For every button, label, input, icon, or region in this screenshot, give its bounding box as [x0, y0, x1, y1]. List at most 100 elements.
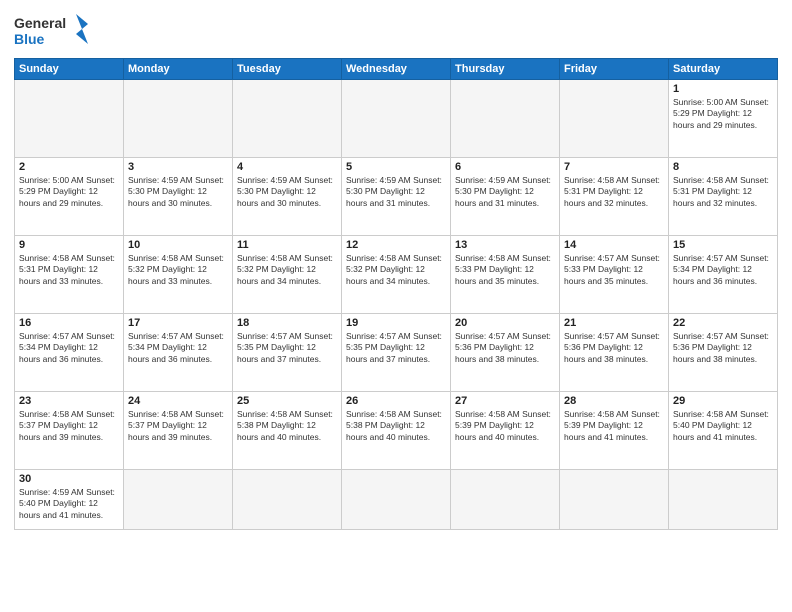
day-info: Sunrise: 4:57 AM Sunset: 5:34 PM Dayligh…: [128, 331, 228, 365]
day-info: Sunrise: 4:58 AM Sunset: 5:33 PM Dayligh…: [455, 253, 555, 287]
weekday-header-saturday: Saturday: [669, 59, 778, 80]
calendar-cell: 5 Sunrise: 4:59 AM Sunset: 5:30 PM Daylig…: [342, 158, 451, 236]
calendar-cell: [124, 470, 233, 530]
calendar-cell: [233, 80, 342, 158]
day-info: Sunrise: 4:58 AM Sunset: 5:38 PM Dayligh…: [237, 409, 337, 443]
day-number: 21: [564, 317, 664, 329]
day-info: Sunrise: 4:58 AM Sunset: 5:32 PM Dayligh…: [128, 253, 228, 287]
day-info: Sunrise: 4:58 AM Sunset: 5:40 PM Dayligh…: [673, 409, 773, 443]
calendar-cell: 23 Sunrise: 4:58 AM Sunset: 5:37 PM Dayli…: [15, 392, 124, 470]
page: GeneralBlue SundayMondayTuesdayWednesday…: [0, 0, 792, 612]
weekday-header-wednesday: Wednesday: [342, 59, 451, 80]
day-info: Sunrise: 4:59 AM Sunset: 5:30 PM Dayligh…: [346, 175, 446, 209]
calendar-cell: 30 Sunrise: 4:59 AM Sunset: 5:40 PM Dayli…: [15, 470, 124, 530]
calendar-cell: 25 Sunrise: 4:58 AM Sunset: 5:38 PM Dayli…: [233, 392, 342, 470]
day-info: Sunrise: 4:57 AM Sunset: 5:34 PM Dayligh…: [673, 253, 773, 287]
calendar-cell: 8Sunrise: 4:58 AM Sunset: 5:31 PM Daylig…: [669, 158, 778, 236]
calendar-cell: 18Sunrise: 4:57 AM Sunset: 5:35 PM Dayli…: [233, 314, 342, 392]
day-number: 26: [346, 395, 446, 407]
calendar-week-6: 30 Sunrise: 4:59 AM Sunset: 5:40 PM Dayli…: [15, 470, 778, 530]
day-number: 29: [673, 395, 773, 407]
calendar-week-4: 16 Sunrise: 4:57 AM Sunset: 5:34 PM Dayli…: [15, 314, 778, 392]
calendar-week-5: 23 Sunrise: 4:58 AM Sunset: 5:37 PM Dayli…: [15, 392, 778, 470]
day-number: 4: [237, 161, 337, 173]
calendar-cell: 28Sunrise: 4:58 AM Sunset: 5:39 PM Dayli…: [560, 392, 669, 470]
weekday-header-thursday: Thursday: [451, 59, 560, 80]
day-number: 7: [564, 161, 664, 173]
day-info: Sunrise: 5:00 AM Sunset: 5:29 PM Dayligh…: [19, 175, 119, 209]
day-number: 14: [564, 239, 664, 251]
weekday-header-sunday: Sunday: [15, 59, 124, 80]
day-info: Sunrise: 4:58 AM Sunset: 5:37 PM Dayligh…: [19, 409, 119, 443]
day-number: 6: [455, 161, 555, 173]
logo: GeneralBlue: [14, 10, 94, 50]
day-number: 13: [455, 239, 555, 251]
weekday-header-monday: Monday: [124, 59, 233, 80]
day-number: 25: [237, 395, 337, 407]
calendar-cell: 20 Sunrise: 4:57 AM Sunset: 5:36 PM Dayli…: [451, 314, 560, 392]
calendar-cell: 3 Sunrise: 4:59 AM Sunset: 5:30 PM Daylig…: [124, 158, 233, 236]
calendar-cell: 16 Sunrise: 4:57 AM Sunset: 5:34 PM Dayli…: [15, 314, 124, 392]
day-number: 27: [455, 395, 555, 407]
day-number: 16: [19, 317, 119, 329]
day-info: Sunrise: 5:00 AM Sunset: 5:29 PM Dayligh…: [673, 97, 773, 131]
calendar-cell: [669, 470, 778, 530]
day-number: 28: [564, 395, 664, 407]
calendar-cell: 6Sunrise: 4:59 AM Sunset: 5:30 PM Daylig…: [451, 158, 560, 236]
day-info: Sunrise: 4:58 AM Sunset: 5:31 PM Dayligh…: [564, 175, 664, 209]
day-info: Sunrise: 4:58 AM Sunset: 5:32 PM Dayligh…: [237, 253, 337, 287]
day-number: 17: [128, 317, 228, 329]
calendar-cell: 29 Sunrise: 4:58 AM Sunset: 5:40 PM Dayli…: [669, 392, 778, 470]
day-info: Sunrise: 4:58 AM Sunset: 5:37 PM Dayligh…: [128, 409, 228, 443]
calendar-cell: [451, 80, 560, 158]
calendar-cell: 26Sunrise: 4:58 AM Sunset: 5:38 PM Dayli…: [342, 392, 451, 470]
calendar-cell: [15, 80, 124, 158]
day-info: Sunrise: 4:57 AM Sunset: 5:36 PM Dayligh…: [455, 331, 555, 365]
calendar-cell: [342, 80, 451, 158]
weekday-header-tuesday: Tuesday: [233, 59, 342, 80]
day-info: Sunrise: 4:57 AM Sunset: 5:33 PM Dayligh…: [564, 253, 664, 287]
day-info: Sunrise: 4:57 AM Sunset: 5:36 PM Dayligh…: [564, 331, 664, 365]
svg-text:Blue: Blue: [14, 31, 45, 47]
day-number: 5: [346, 161, 446, 173]
day-number: 22: [673, 317, 773, 329]
day-info: Sunrise: 4:57 AM Sunset: 5:34 PM Dayligh…: [19, 331, 119, 365]
day-number: 20: [455, 317, 555, 329]
day-info: Sunrise: 4:58 AM Sunset: 5:31 PM Dayligh…: [19, 253, 119, 287]
calendar-cell: 22Sunrise: 4:57 AM Sunset: 5:36 PM Dayli…: [669, 314, 778, 392]
calendar-cell: 24Sunrise: 4:58 AM Sunset: 5:37 PM Dayli…: [124, 392, 233, 470]
day-number: 9: [19, 239, 119, 251]
calendar-cell: 4 Sunrise: 4:59 AM Sunset: 5:30 PM Daylig…: [233, 158, 342, 236]
calendar-cell: 9 Sunrise: 4:58 AM Sunset: 5:31 PM Daylig…: [15, 236, 124, 314]
day-number: 2: [19, 161, 119, 173]
day-number: 15: [673, 239, 773, 251]
day-info: Sunrise: 4:59 AM Sunset: 5:30 PM Dayligh…: [237, 175, 337, 209]
weekday-header-friday: Friday: [560, 59, 669, 80]
day-info: Sunrise: 4:57 AM Sunset: 5:35 PM Dayligh…: [346, 331, 446, 365]
calendar-cell: [451, 470, 560, 530]
svg-text:General: General: [14, 15, 66, 31]
calendar: SundayMondayTuesdayWednesdayThursdayFrid…: [14, 58, 778, 530]
day-number: 30: [19, 473, 119, 485]
day-number: 18: [237, 317, 337, 329]
calendar-cell: 15 Sunrise: 4:57 AM Sunset: 5:34 PM Dayli…: [669, 236, 778, 314]
calendar-cell: 21 Sunrise: 4:57 AM Sunset: 5:36 PM Dayli…: [560, 314, 669, 392]
day-number: 3: [128, 161, 228, 173]
calendar-cell: 7 Sunrise: 4:58 AM Sunset: 5:31 PM Daylig…: [560, 158, 669, 236]
calendar-week-3: 9 Sunrise: 4:58 AM Sunset: 5:31 PM Daylig…: [15, 236, 778, 314]
calendar-cell: 17 Sunrise: 4:57 AM Sunset: 5:34 PM Dayli…: [124, 314, 233, 392]
day-info: Sunrise: 4:58 AM Sunset: 5:31 PM Dayligh…: [673, 175, 773, 209]
calendar-cell: [560, 80, 669, 158]
header: GeneralBlue: [14, 10, 778, 50]
day-number: 23: [19, 395, 119, 407]
calendar-cell: 13 Sunrise: 4:58 AM Sunset: 5:33 PM Dayli…: [451, 236, 560, 314]
day-number: 12: [346, 239, 446, 251]
day-info: Sunrise: 4:58 AM Sunset: 5:32 PM Dayligh…: [346, 253, 446, 287]
day-number: 11: [237, 239, 337, 251]
day-info: Sunrise: 4:59 AM Sunset: 5:30 PM Dayligh…: [128, 175, 228, 209]
day-info: Sunrise: 4:59 AM Sunset: 5:40 PM Dayligh…: [19, 487, 119, 521]
day-number: 10: [128, 239, 228, 251]
calendar-week-1: 1Sunrise: 5:00 AM Sunset: 5:29 PM Daylig…: [15, 80, 778, 158]
weekday-header-row: SundayMondayTuesdayWednesdayThursdayFrid…: [15, 59, 778, 80]
calendar-cell: [233, 470, 342, 530]
